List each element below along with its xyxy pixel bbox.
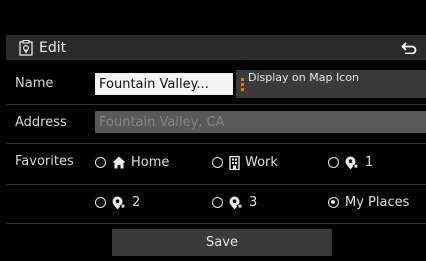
favorite-option-1[interactable]: 1	[328, 155, 373, 170]
display-on-map-icon-button[interactable]: Display on Map Icon	[236, 70, 426, 98]
star-pin-icon	[112, 196, 127, 209]
name-field[interactable]: Fountain Valley...	[95, 73, 233, 95]
header-bar: Edit	[6, 35, 426, 60]
back-button[interactable]	[392, 35, 426, 60]
radio-button[interactable]	[328, 157, 339, 168]
edit-place-screen: Edit Name Fountain Valley... Display on …	[0, 0, 426, 261]
home-icon	[112, 156, 126, 169]
favorite-option-my-places[interactable]: My Places	[328, 195, 409, 210]
favorites-label: Favorites	[15, 154, 74, 169]
back-arrow-icon	[401, 41, 417, 54]
radio-button[interactable]	[212, 157, 223, 168]
star-pin-icon	[345, 156, 360, 169]
address-row: Address Fountain Valley, CA	[6, 107, 426, 139]
name-label: Name	[15, 76, 54, 91]
favorite-option-label: 2	[132, 195, 141, 210]
divider	[6, 104, 426, 105]
address-label: Address	[15, 115, 67, 130]
radio-button[interactable]	[95, 197, 106, 208]
favorite-option-2[interactable]: 2	[95, 195, 140, 210]
favorite-option-label: My Places	[345, 195, 410, 210]
drag-handle-icon	[241, 78, 244, 91]
favorite-option-label: Work	[245, 155, 278, 170]
favorite-option-work[interactable]: Work	[212, 155, 278, 170]
favorite-option-home[interactable]: Home	[95, 155, 169, 170]
radio-button-selected[interactable]	[328, 197, 339, 208]
divider	[6, 223, 426, 224]
edit-location-icon	[19, 39, 33, 56]
name-row: Name Fountain Valley... Display on Map I…	[6, 67, 426, 101]
divider	[6, 184, 426, 185]
building-icon	[229, 155, 240, 170]
radio-button[interactable]	[95, 157, 106, 168]
divider	[6, 143, 426, 144]
favorite-option-label: 1	[365, 155, 374, 170]
page-title: Edit	[39, 39, 67, 56]
favorite-option-label: Home	[131, 155, 170, 170]
radio-button[interactable]	[212, 197, 223, 208]
save-button[interactable]: Save	[112, 229, 332, 256]
star-pin-icon	[229, 196, 244, 209]
favorite-option-label: 3	[249, 195, 258, 210]
address-field: Fountain Valley, CA	[95, 111, 426, 133]
display-on-map-icon-label: Display on Map Icon	[248, 71, 359, 84]
favorite-option-3[interactable]: 3	[212, 195, 257, 210]
